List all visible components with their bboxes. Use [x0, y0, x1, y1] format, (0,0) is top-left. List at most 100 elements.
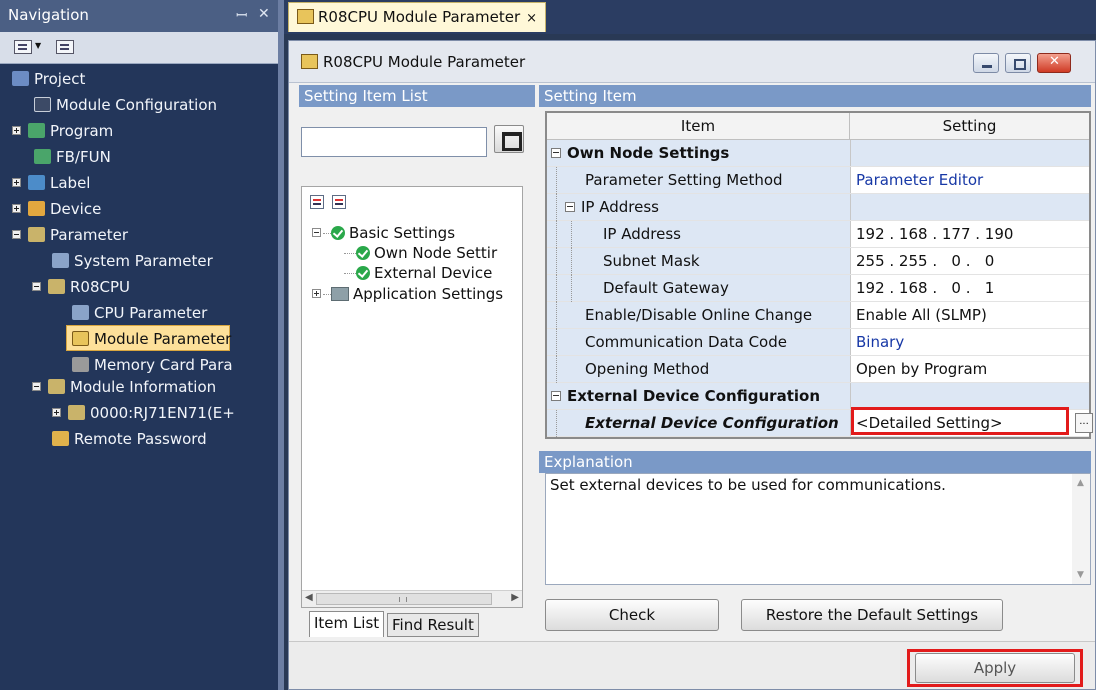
highlight-box-detailed-setting [851, 407, 1069, 435]
row-item-label: Own Node Settings [567, 144, 730, 162]
module-information-icon [48, 379, 65, 394]
nav-item-program[interactable]: Program [12, 118, 113, 144]
check-button[interactable]: Check [545, 599, 719, 631]
nav-item-fb-fun[interactable]: FB/FUN [34, 144, 111, 170]
row-setting-value[interactable]: Open by Program [850, 356, 1089, 382]
setting-item-search-input[interactable] [301, 127, 487, 157]
row-item-label: Opening Method [585, 360, 710, 378]
scroll-left-icon[interactable]: ◀ [305, 592, 313, 603]
pane-splitter[interactable] [278, 0, 284, 690]
nav-item-label: Memory Card Para [94, 356, 233, 374]
expand-icon[interactable] [312, 289, 321, 298]
check-icon [356, 266, 370, 280]
grid-row-online-change[interactable]: Enable/Disable Online Change Enable All … [547, 302, 1089, 329]
grid-row-communication-data-code[interactable]: Communication Data Code Binary [547, 329, 1089, 356]
close-icon[interactable]: ✕ [258, 6, 270, 22]
parameter-icon [28, 227, 45, 242]
dropdown-arrow-icon[interactable]: ▼ [35, 41, 41, 50]
nav-item-parameter[interactable]: Parameter [12, 222, 128, 248]
collapse-all-icon[interactable] [332, 195, 346, 209]
search-button[interactable] [494, 125, 524, 153]
pin-icon[interactable]: ꟷ [236, 6, 247, 25]
row-setting-value[interactable]: Parameter Editor [850, 167, 1089, 193]
row-setting-value[interactable]: 192 . 168 . 0 . 1 [850, 275, 1089, 301]
nav-item-rj71en71[interactable]: 0000:RJ71EN71(E+ [52, 400, 235, 426]
minimize-button[interactable] [973, 53, 999, 73]
nav-item-module-information[interactable]: Module Information [32, 374, 216, 400]
collapse-icon[interactable] [312, 228, 321, 237]
cpu-icon [48, 279, 65, 294]
scroll-down-icon[interactable]: ▼ [1077, 570, 1084, 580]
horizontal-scrollbar[interactable]: ◀ ▶ [302, 590, 522, 607]
grid-row-subnet-mask[interactable]: Subnet Mask 255 . 255 . 0 . 0 [547, 248, 1089, 275]
detailed-setting-button[interactable]: ... [1075, 413, 1093, 433]
grid-row-opening-method[interactable]: Opening Method Open by Program [547, 356, 1089, 383]
nav-item-system-parameter[interactable]: System Parameter [52, 248, 213, 274]
setting-item-grid: Item Setting Own Node Settings Parameter… [545, 111, 1093, 439]
tree-item-external-device[interactable]: External Device [344, 263, 492, 283]
tree-toolbar [310, 195, 354, 213]
collapse-icon[interactable] [32, 382, 41, 391]
expand-icon[interactable] [12, 126, 21, 135]
row-setting-value[interactable]: 255 . 255 . 0 . 0 [850, 248, 1089, 274]
restore-default-button[interactable]: Restore the Default Settings [741, 599, 1003, 631]
collapse-icon[interactable] [551, 391, 561, 401]
collapse-icon[interactable] [12, 230, 21, 239]
view-mode-icon[interactable] [14, 40, 32, 54]
grid-row-parameter-setting-method[interactable]: Parameter Setting Method Parameter Edito… [547, 167, 1089, 194]
nav-item-label: Device [50, 200, 102, 218]
collapse-icon[interactable] [32, 282, 41, 291]
maximize-button[interactable] [1005, 53, 1031, 73]
expand-icon[interactable] [12, 204, 21, 213]
column-header-setting[interactable]: Setting [850, 113, 1089, 140]
cpu-parameter-icon [72, 305, 89, 320]
grid-row-external-device-configuration-group[interactable]: External Device Configuration [547, 383, 1089, 410]
collapse-tree-icon[interactable] [56, 40, 74, 54]
module-parameter-icon [297, 9, 314, 24]
row-setting-value [850, 194, 1089, 220]
module-parameter-icon [301, 54, 318, 69]
system-parameter-icon [52, 253, 69, 268]
column-header-item[interactable]: Item [547, 113, 850, 140]
check-icon [331, 226, 345, 240]
tab-r08cpu-module-parameter[interactable]: R08CPU Module Parameter × [288, 2, 547, 32]
row-setting-value[interactable]: Enable All (SLMP) [850, 302, 1089, 328]
nav-item-cpu-parameter[interactable]: CPU Parameter [72, 300, 207, 326]
nav-item-label: Module Parameter [94, 330, 232, 348]
tree-item-own-node-settings[interactable]: Own Node Settir [344, 243, 497, 263]
grid-row-ip-address-group[interactable]: IP Address [547, 194, 1089, 221]
nav-item-device[interactable]: Device [12, 196, 101, 222]
expand-icon[interactable] [52, 408, 61, 417]
nav-item-module-configuration[interactable]: Module Configuration [34, 92, 217, 118]
grid-row-own-node-settings[interactable]: Own Node Settings [547, 140, 1089, 167]
folder-icon [331, 287, 349, 301]
navigation-title: Navigation [8, 6, 89, 24]
nav-item-project[interactable]: Project [12, 66, 85, 92]
nav-item-module-parameter[interactable]: Module Parameter [66, 325, 232, 351]
collapse-icon[interactable] [551, 148, 561, 158]
tree-item-basic-settings[interactable]: Basic Settings [312, 223, 455, 243]
scroll-right-icon[interactable]: ▶ [511, 592, 519, 603]
tree-item-application-settings[interactable]: Application Settings [312, 284, 503, 304]
expand-icon[interactable] [12, 178, 21, 187]
row-setting-value[interactable]: 192 . 168 . 177 . 190 [850, 221, 1089, 247]
window-title-bar: R08CPU Module Parameter [289, 41, 1095, 83]
explanation-scrollbar[interactable]: ▲ ▼ [1072, 474, 1090, 584]
tab-find-result[interactable]: Find Result [387, 613, 479, 637]
tab-item-list[interactable]: Item List [309, 611, 385, 637]
row-setting-value[interactable]: Binary [850, 329, 1089, 355]
explanation-header: Explanation [539, 451, 1091, 473]
nav-item-remote-password[interactable]: Remote Password [52, 426, 207, 452]
nav-item-r08cpu[interactable]: R08CPU [32, 274, 130, 300]
collapse-icon[interactable] [565, 202, 575, 212]
tab-close-icon[interactable]: × [526, 11, 537, 26]
close-button[interactable] [1037, 53, 1071, 73]
grid-row-ip-address[interactable]: IP Address 192 . 168 . 177 . 190 [547, 221, 1089, 248]
scroll-up-icon[interactable]: ▲ [1077, 478, 1084, 488]
nav-item-label-group[interactable]: Label [12, 170, 90, 196]
grid-row-default-gateway[interactable]: Default Gateway 192 . 168 . 0 . 1 [547, 275, 1089, 302]
scroll-thumb[interactable] [316, 593, 492, 605]
row-item-label: External Device Configuration [585, 414, 839, 432]
explanation-text: Set external devices to be used for comm… [550, 476, 946, 494]
expand-all-icon[interactable] [310, 195, 324, 209]
